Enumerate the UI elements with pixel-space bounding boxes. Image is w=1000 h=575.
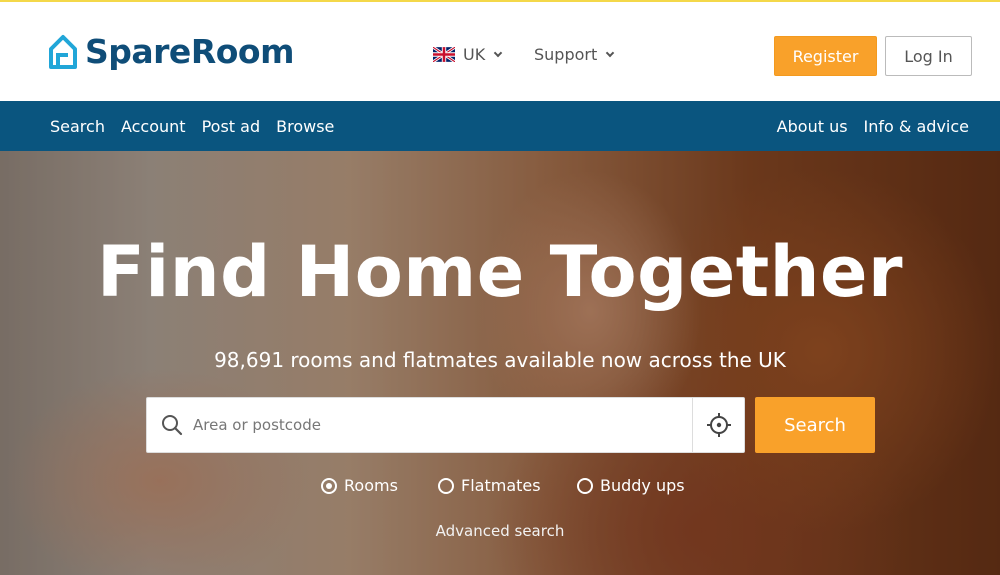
nav-item-info-advice[interactable]: Info & advice (864, 117, 969, 136)
nav-item-post-ad[interactable]: Post ad (202, 117, 261, 136)
support-menu[interactable]: Support (534, 45, 615, 64)
support-label: Support (534, 45, 598, 64)
top-header: SpareRoom UK Support Register Log In (0, 0, 1000, 101)
radio-selected-icon (321, 477, 337, 494)
login-button[interactable]: Log In (885, 36, 972, 76)
radio-label: Rooms (344, 476, 398, 495)
nav-item-account[interactable]: Account (121, 117, 186, 136)
radio-label: Buddy ups (600, 476, 685, 495)
main-nav: Search Account Post ad Browse About us I… (0, 101, 1000, 151)
search-input[interactable] (193, 398, 693, 452)
hero-subtitle: 98,691 rooms and flatmates available now… (214, 348, 786, 372)
nav-left: Search Account Post ad Browse (50, 101, 334, 151)
radio-flatmates[interactable]: Flatmates (438, 476, 541, 495)
radio-rooms[interactable]: Rooms (321, 476, 398, 495)
search-box (146, 397, 745, 453)
radio-unselected-icon (577, 477, 593, 494)
spareroom-logo[interactable]: SpareRoom (47, 32, 294, 71)
brand-name: SpareRoom (85, 32, 294, 71)
crosshair-icon (706, 413, 731, 437)
locate-me-button[interactable] (692, 398, 744, 452)
chevron-down-icon (606, 48, 615, 57)
search-type-options: Rooms Flatmates Buddy ups (0, 476, 1000, 498)
radio-unselected-icon (438, 477, 454, 494)
region-label: UK (463, 45, 486, 64)
house-icon (49, 34, 77, 69)
region-selector[interactable]: UK (433, 45, 503, 64)
nav-right: About us Info & advice (777, 101, 969, 151)
hero-banner: Find Home Together 98,691 rooms and flat… (0, 151, 1000, 575)
nav-item-browse[interactable]: Browse (276, 117, 334, 136)
radio-buddy-ups[interactable]: Buddy ups (577, 476, 685, 495)
search-icon (162, 415, 183, 436)
chevron-down-icon (493, 48, 503, 57)
uk-flag-icon (433, 47, 455, 62)
radio-label: Flatmates (461, 476, 541, 495)
nav-item-search[interactable]: Search (50, 117, 105, 136)
hero-title: Find Home Together (96, 231, 903, 313)
search-button[interactable]: Search (755, 397, 875, 453)
advanced-search-link[interactable]: Advanced search (0, 522, 1000, 540)
nav-item-about-us[interactable]: About us (777, 117, 848, 136)
register-button[interactable]: Register (774, 36, 877, 76)
